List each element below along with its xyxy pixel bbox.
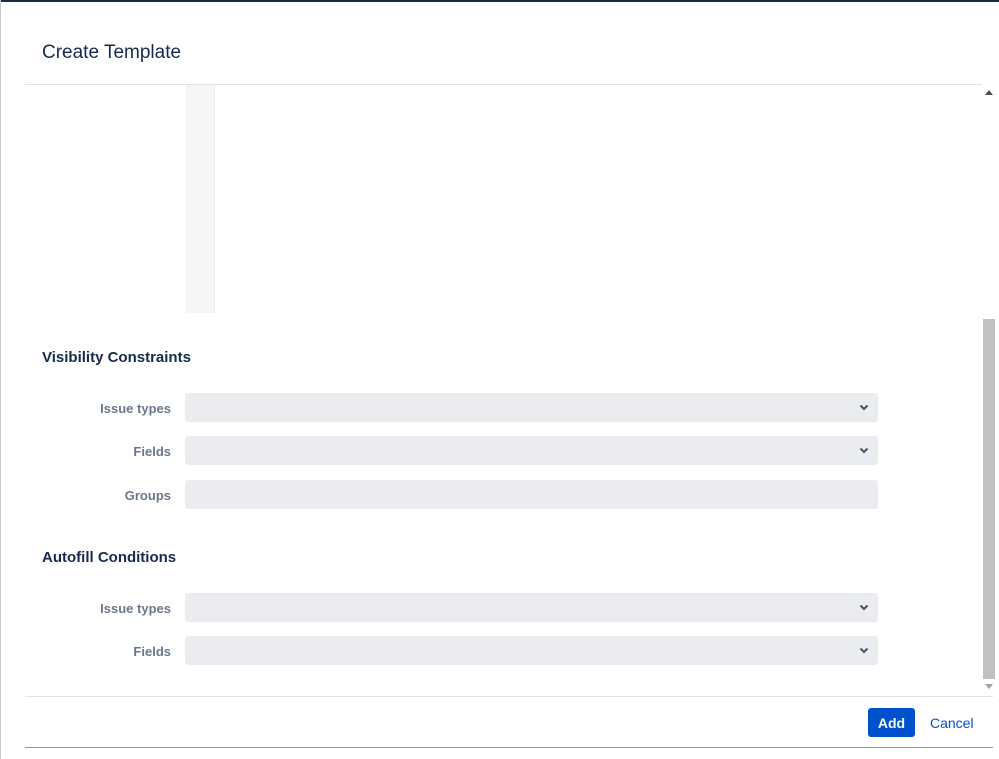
dialog-scrollbar[interactable] — [982, 84, 996, 695]
window-top-border — [0, 0, 999, 2]
autofill-issue-types-label: Issue types — [100, 601, 171, 616]
scroll-down-arrow-icon[interactable] — [985, 684, 993, 689]
dialog-body: Visibility Constraints Issue types Field… — [25, 85, 993, 696]
autofill-issue-types-select[interactable] — [185, 593, 878, 622]
chevron-down-icon — [859, 647, 869, 654]
autofill-fields-label: Fields — [133, 644, 171, 659]
create-template-dialog: Create Template Visibility Constraints I… — [25, 14, 993, 748]
add-button[interactable]: Add — [868, 708, 915, 737]
visibility-groups-input[interactable] — [185, 480, 878, 509]
visibility-constraints-heading: Visibility Constraints — [42, 349, 191, 366]
visibility-fields-label: Fields — [133, 444, 171, 459]
chevron-down-icon — [859, 404, 869, 411]
dialog-title: Create Template — [42, 42, 182, 63]
dialog-footer: Add Cancel — [25, 696, 993, 748]
chevron-down-icon — [859, 604, 869, 611]
dialog-header: Create Template — [25, 14, 993, 85]
visibility-groups-label: Groups — [124, 488, 171, 503]
chevron-down-icon — [859, 447, 869, 454]
visibility-fields-select[interactable] — [185, 436, 878, 465]
autofill-conditions-heading: Autofill Conditions — [42, 549, 177, 566]
window-left-border — [0, 0, 1, 759]
scroll-thumb[interactable] — [983, 319, 995, 679]
scroll-up-arrow-icon[interactable] — [985, 90, 993, 95]
visibility-issue-types-select[interactable] — [185, 393, 878, 422]
template-editor-gutter — [186, 85, 215, 313]
autofill-fields-select[interactable] — [185, 636, 878, 665]
visibility-issue-types-label: Issue types — [100, 401, 171, 416]
cancel-link[interactable]: Cancel — [930, 715, 974, 731]
